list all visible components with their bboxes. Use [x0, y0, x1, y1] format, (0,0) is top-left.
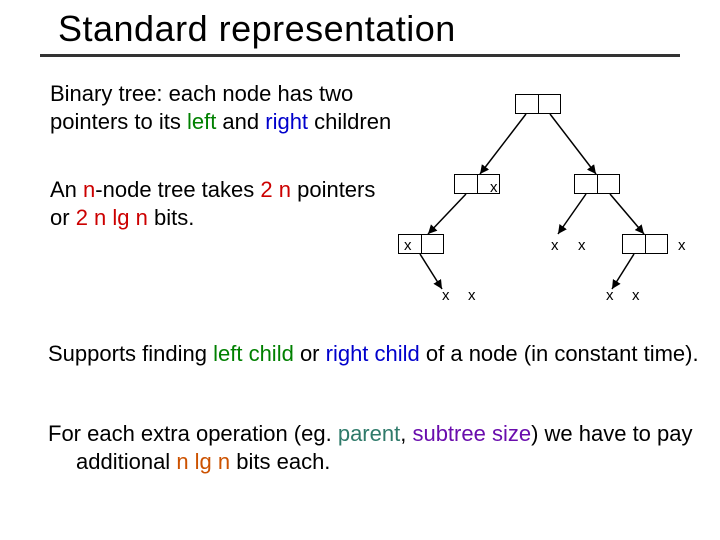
leaf-x: x [578, 238, 586, 253]
kw-nlgn: n lg n [176, 449, 230, 474]
leaf-x: x [678, 238, 686, 253]
leaf-x: x [490, 180, 498, 195]
paragraph-2: An n-node tree takes 2 n pointers or 2 n… [50, 176, 380, 231]
kw-parent: parent [338, 421, 400, 446]
text: bits each. [230, 449, 330, 474]
kw-right: right [265, 109, 308, 134]
kw-right-child: right child [326, 341, 420, 366]
text: and [216, 109, 265, 134]
text: -node tree takes [95, 177, 260, 202]
kw-2n: 2 n [260, 177, 291, 202]
text: Supports finding [48, 341, 213, 366]
text: of a node (in constant time). [420, 341, 699, 366]
leaf-x: x [632, 288, 640, 303]
title-underline [40, 54, 680, 57]
kw-subtree-size: subtree size [412, 421, 531, 446]
leaf-x: x [404, 238, 412, 253]
tree-node-r [574, 174, 620, 194]
kw-2nlgn: 2 n lg n [76, 205, 148, 230]
text: or [294, 341, 326, 366]
text: For each extra operation (eg. [48, 421, 338, 446]
paragraph-3: Supports finding left child or right chi… [48, 340, 716, 368]
page-title: Standard representation [58, 8, 720, 50]
kw-n: n [83, 177, 95, 202]
tree-node-rr [622, 234, 668, 254]
leaf-x: x [442, 288, 450, 303]
text: bits. [148, 205, 194, 230]
tree-diagram: x x x x x x x x x [398, 94, 708, 314]
leaf-x: x [606, 288, 614, 303]
text: An [50, 177, 83, 202]
paragraph-1: Binary tree: each node has two pointers … [50, 80, 430, 135]
text: , [400, 421, 412, 446]
title-block: Standard representation [0, 0, 720, 52]
text: children [308, 109, 391, 134]
tree-node-root [515, 94, 561, 114]
leaf-x: x [551, 238, 559, 253]
kw-left: left [187, 109, 216, 134]
kw-left-child: left child [213, 341, 294, 366]
leaf-x: x [468, 288, 476, 303]
paragraph-4: For each extra operation (eg. parent, su… [48, 420, 716, 475]
tree-edges [398, 94, 708, 314]
